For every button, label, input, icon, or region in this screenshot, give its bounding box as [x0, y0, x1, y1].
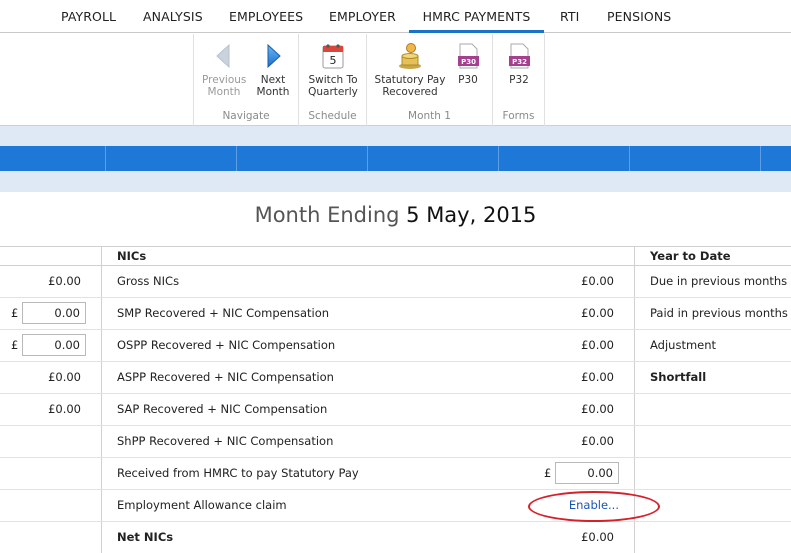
month-group-label: Month 1 [408, 110, 451, 122]
next-label-2: Month [256, 86, 290, 98]
currency-symbol: £ [544, 466, 552, 480]
next-label-1: Next [260, 74, 286, 86]
band-separator [629, 146, 630, 171]
sap-label: SAP Recovered + NIC Compensation [117, 402, 328, 416]
tab-employees[interactable]: EMPLOYEES [229, 0, 303, 33]
previous-label-1: Previous [202, 74, 247, 86]
switch-label-1: Switch To [308, 74, 358, 86]
aspp-label: ASPP Recovered + NIC Compensation [117, 370, 334, 384]
title-prefix: Month Ending [254, 203, 400, 227]
calendar-icon: 5 [320, 42, 346, 70]
p32-label: P32 [509, 74, 529, 86]
band-separator [367, 146, 368, 171]
net-nics-label: Net NICs [117, 530, 174, 544]
p30-button[interactable]: P30 P30 [453, 42, 483, 86]
shpp-label: ShPP Recovered + NIC Compensation [117, 434, 334, 448]
ytd-header: Year to Date [650, 249, 731, 263]
next-month-button[interactable]: Next Month [252, 42, 294, 98]
top-tab-bar: PAYROLL ANALYSIS EMPLOYEES EMPLOYER HMRC… [0, 0, 791, 33]
previous-label-2: Month [207, 86, 241, 98]
switch-label-2: Quarterly [308, 86, 358, 98]
smp-label: SMP Recovered + NIC Compensation [117, 306, 330, 320]
previous-month-button[interactable]: Previous Month [202, 42, 246, 98]
schedule-group-label: Schedule [308, 110, 357, 122]
band-separator [105, 146, 106, 171]
left-value: £0.00 [48, 370, 81, 384]
header-band-top [0, 126, 791, 146]
arrow-right-icon [260, 42, 286, 70]
left-value: £0.00 [48, 402, 81, 416]
svg-text:5: 5 [330, 54, 337, 67]
currency-symbol: £ [11, 338, 19, 352]
header-band-bottom [0, 171, 791, 192]
currency-symbol: £ [11, 306, 19, 320]
forms-group-label: Forms [502, 110, 535, 122]
band-separator [498, 146, 499, 171]
column-divider [634, 246, 635, 553]
statpay-label-1: Statutory Pay [374, 74, 446, 86]
ribbon-group-navigate: Previous Month Next Month Navigate [193, 34, 299, 126]
p30-form-icon: P30 [455, 42, 481, 70]
nics-header: NICs [117, 249, 147, 263]
employment-allowance-label: Employment Allowance claim [117, 498, 287, 512]
coins-icon [397, 42, 423, 70]
svg-text:P32: P32 [512, 58, 527, 66]
enable-employment-allowance-link[interactable]: Enable... [500, 489, 619, 521]
tab-pensions[interactable]: PENSIONS [607, 0, 671, 33]
navigate-group-label: Navigate [222, 110, 270, 122]
switch-to-quarterly-button[interactable]: 5 Switch To Quarterly [305, 42, 361, 98]
gross-nics-label: Gross NICs [117, 274, 180, 288]
band-separator [236, 146, 237, 171]
ospp-left-input[interactable] [22, 334, 86, 356]
svg-text:P30: P30 [461, 58, 476, 66]
tab-rti[interactable]: RTI [560, 0, 579, 33]
gross-nics-value: £0.00 [581, 274, 614, 288]
p32-button[interactable]: P32 P32 [503, 42, 535, 86]
sap-value: £0.00 [581, 402, 614, 416]
statpay-label-2: Recovered [382, 86, 438, 98]
nics-table: NICs Year to Date £0.00 £ £ £0.00 £0.00 … [0, 246, 791, 553]
ytd-adjustment: Adjustment [650, 338, 717, 352]
ribbon-group-forms: P32 P32 Forms [493, 34, 545, 126]
ribbon-toolbar: Previous Month Next Month Navigate 5 Swi… [0, 34, 791, 126]
net-nics-value: £0.00 [581, 530, 614, 544]
statutory-pay-recovered-button[interactable]: Statutory Pay Recovered [373, 42, 447, 98]
header-band-blue [0, 146, 791, 171]
tab-payroll[interactable]: PAYROLL [61, 0, 116, 33]
aspp-value: £0.00 [581, 370, 614, 384]
shpp-value: £0.00 [581, 434, 614, 448]
tab-analysis[interactable]: ANALYSIS [143, 0, 203, 33]
ribbon-group-month: Statutory Pay Recovered P30 P30 Month 1 [367, 34, 493, 126]
smp-left-input[interactable] [22, 302, 86, 324]
title-date: 5 May, 2015 [406, 203, 537, 227]
tab-employer[interactable]: EMPLOYER [329, 0, 396, 33]
column-divider [101, 246, 102, 553]
band-separator [760, 146, 761, 171]
arrow-left-icon [211, 42, 237, 70]
received-hmrc-input[interactable] [555, 462, 619, 484]
p32-form-icon: P32 [506, 42, 532, 70]
smp-value: £0.00 [581, 306, 614, 320]
ospp-label: OSPP Recovered + NIC Compensation [117, 338, 336, 352]
received-hmrc-label: Received from HMRC to pay Statutory Pay [117, 466, 359, 480]
left-value: £0.00 [48, 274, 81, 288]
ytd-shortfall: Shortfall [650, 370, 707, 384]
ribbon-group-schedule: 5 Switch To Quarterly Schedule [299, 34, 367, 126]
tab-hmrc-payments[interactable]: HMRC PAYMENTS [409, 0, 544, 33]
ytd-due-previous: Due in previous months [650, 274, 788, 288]
page-title: Month Ending 5 May, 2015 [0, 203, 791, 227]
ytd-paid-previous: Paid in previous months [650, 306, 788, 320]
ospp-value: £0.00 [581, 338, 614, 352]
p30-label: P30 [458, 74, 478, 86]
